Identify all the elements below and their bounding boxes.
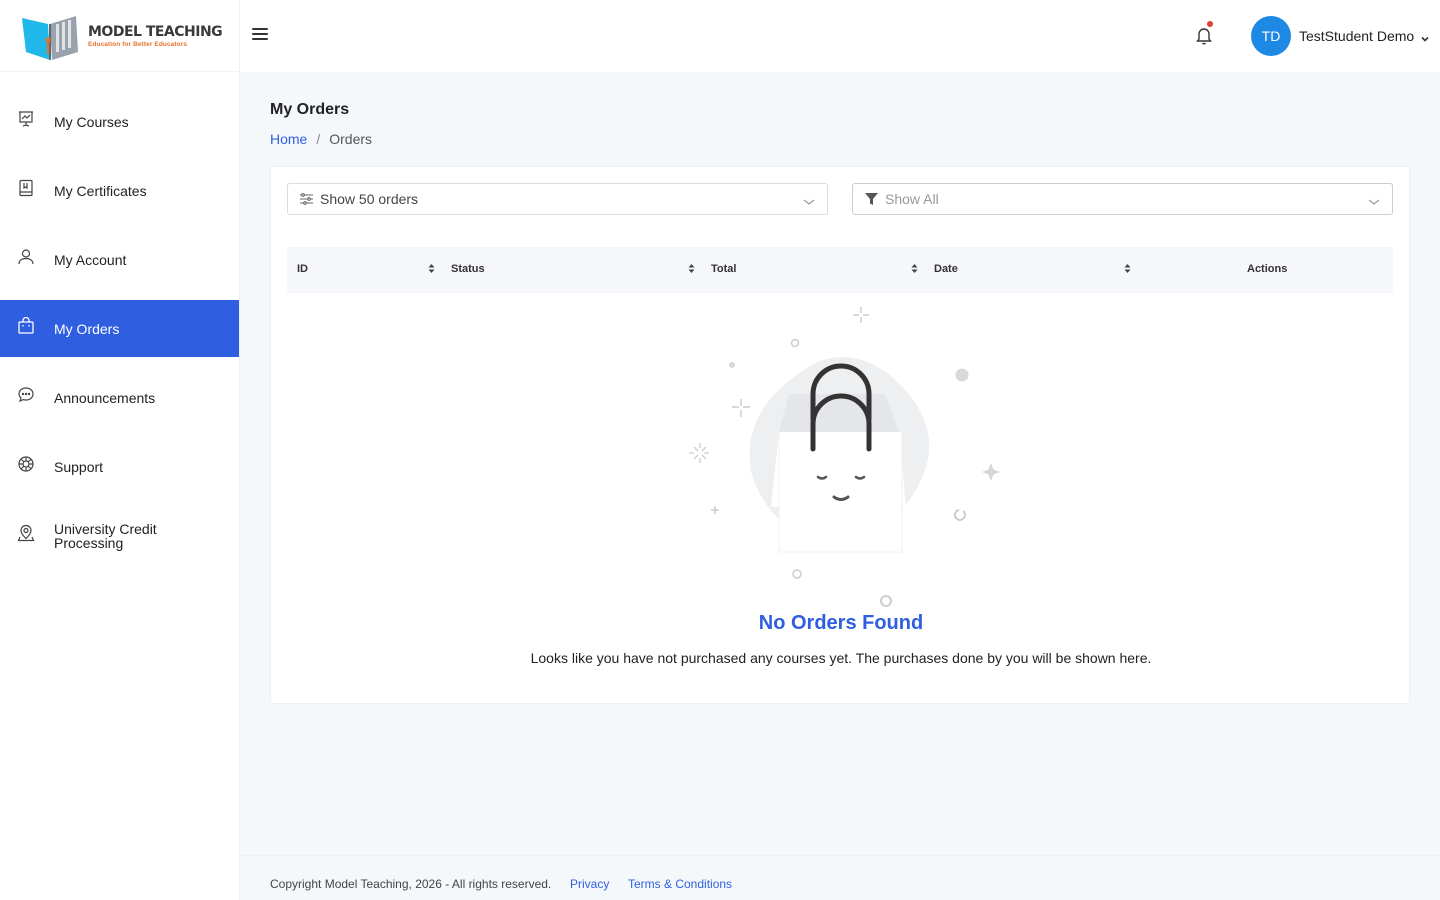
sidebar-item-my-certificates[interactable]: My Certificates [0,162,239,219]
sidebar-item-label: My Account [54,251,127,268]
sort-icon[interactable] [428,263,435,274]
column-header-date[interactable]: Date [934,263,958,275]
menu-toggle-icon[interactable] [252,28,268,42]
sidebar-item-announcements[interactable]: Announcements [0,369,239,426]
sidebar-item-label: Support [54,458,104,475]
footer: Copyright Model Teaching, 2026 - All rig… [240,855,1440,900]
page-size-select[interactable]: Show 50 orders [287,183,828,215]
sidebar-item-label: My Certificates [54,182,147,199]
presentation-chart-icon [16,109,36,129]
orders-card: Show 50 orders Show All ID Status Total … [270,166,1410,704]
sidebar-item-my-courses[interactable]: My Courses [0,93,239,150]
top-header: TD TestStudent Demo [240,0,1440,72]
empty-state-title: No Orders Found [758,612,924,634]
location-badge-icon [16,523,36,543]
page-title: My Orders [270,101,350,118]
column-header-actions: Actions [1247,263,1288,275]
sidebar-item-label: University Credit Processing [54,520,157,551]
empty-shopping-bag-illustration [671,297,1011,612]
sort-icon[interactable] [911,263,918,274]
copyright-text: Copyright Model Teaching, 2026 - All rig… [270,877,552,891]
brand-tagline: Education for Better Educators [88,40,188,48]
brand-title: MODEL TEACHING [88,23,223,40]
chevron-down-icon [1420,31,1430,42]
lifebuoy-icon [16,454,36,474]
certificate-book-icon [16,178,36,198]
sliders-icon [299,192,314,206]
status-filter-select[interactable]: Show All [852,183,1393,215]
sidebar-item-my-orders[interactable]: My Orders [0,300,239,357]
sidebar-item-university-credit-processing[interactable]: University Credit Processing [0,507,239,564]
chevron-down-icon [803,194,815,205]
book-logo-icon [20,10,82,62]
column-header-id[interactable]: ID [297,263,308,275]
sidebar-item-my-account[interactable]: My Account [0,231,239,288]
sidebar-item-label: Announcements [54,389,156,406]
brand-logo[interactable]: MODEL TEACHING Education for Better Educ… [0,0,239,72]
breadcrumb-separator: / [316,131,321,147]
breadcrumb-current: Orders [329,131,373,147]
chevron-down-icon [1368,194,1380,205]
shopping-bag-icon [16,316,36,336]
sidebar: MODEL TEACHING Education for Better Educ… [0,0,240,900]
sidebar-nav: My Courses My Certificates My Account My… [0,93,239,564]
notification-dot [1207,21,1213,27]
user-icon [16,247,36,267]
chat-bubble-icon [16,385,36,405]
avatar: TD [1251,16,1291,56]
page-size-value: Show 50 orders [320,191,419,207]
column-header-status[interactable]: Status [451,263,485,275]
user-menu[interactable]: TD TestStudent Demo [1251,16,1430,56]
user-name: TestStudent Demo [1299,28,1415,44]
empty-state-message: Looks like you have not purchased any co… [530,650,1152,666]
sidebar-item-support[interactable]: Support [0,438,239,495]
sort-icon[interactable] [688,263,695,274]
privacy-link[interactable]: Privacy [570,877,609,891]
filter-funnel-icon [864,192,879,206]
column-header-total[interactable]: Total [711,263,736,275]
notification-bell-icon[interactable] [1195,21,1213,45]
sort-icon[interactable] [1124,263,1131,274]
breadcrumb: Home / Orders [270,131,372,147]
sidebar-item-label: My Orders [54,320,120,337]
orders-table-header: ID Status Total Date Actions [287,247,1393,293]
breadcrumb-home-link[interactable]: Home [270,131,307,147]
sidebar-item-label: My Courses [54,113,129,130]
status-filter-value: Show All [885,191,939,207]
terms-link[interactable]: Terms & Conditions [628,877,732,891]
